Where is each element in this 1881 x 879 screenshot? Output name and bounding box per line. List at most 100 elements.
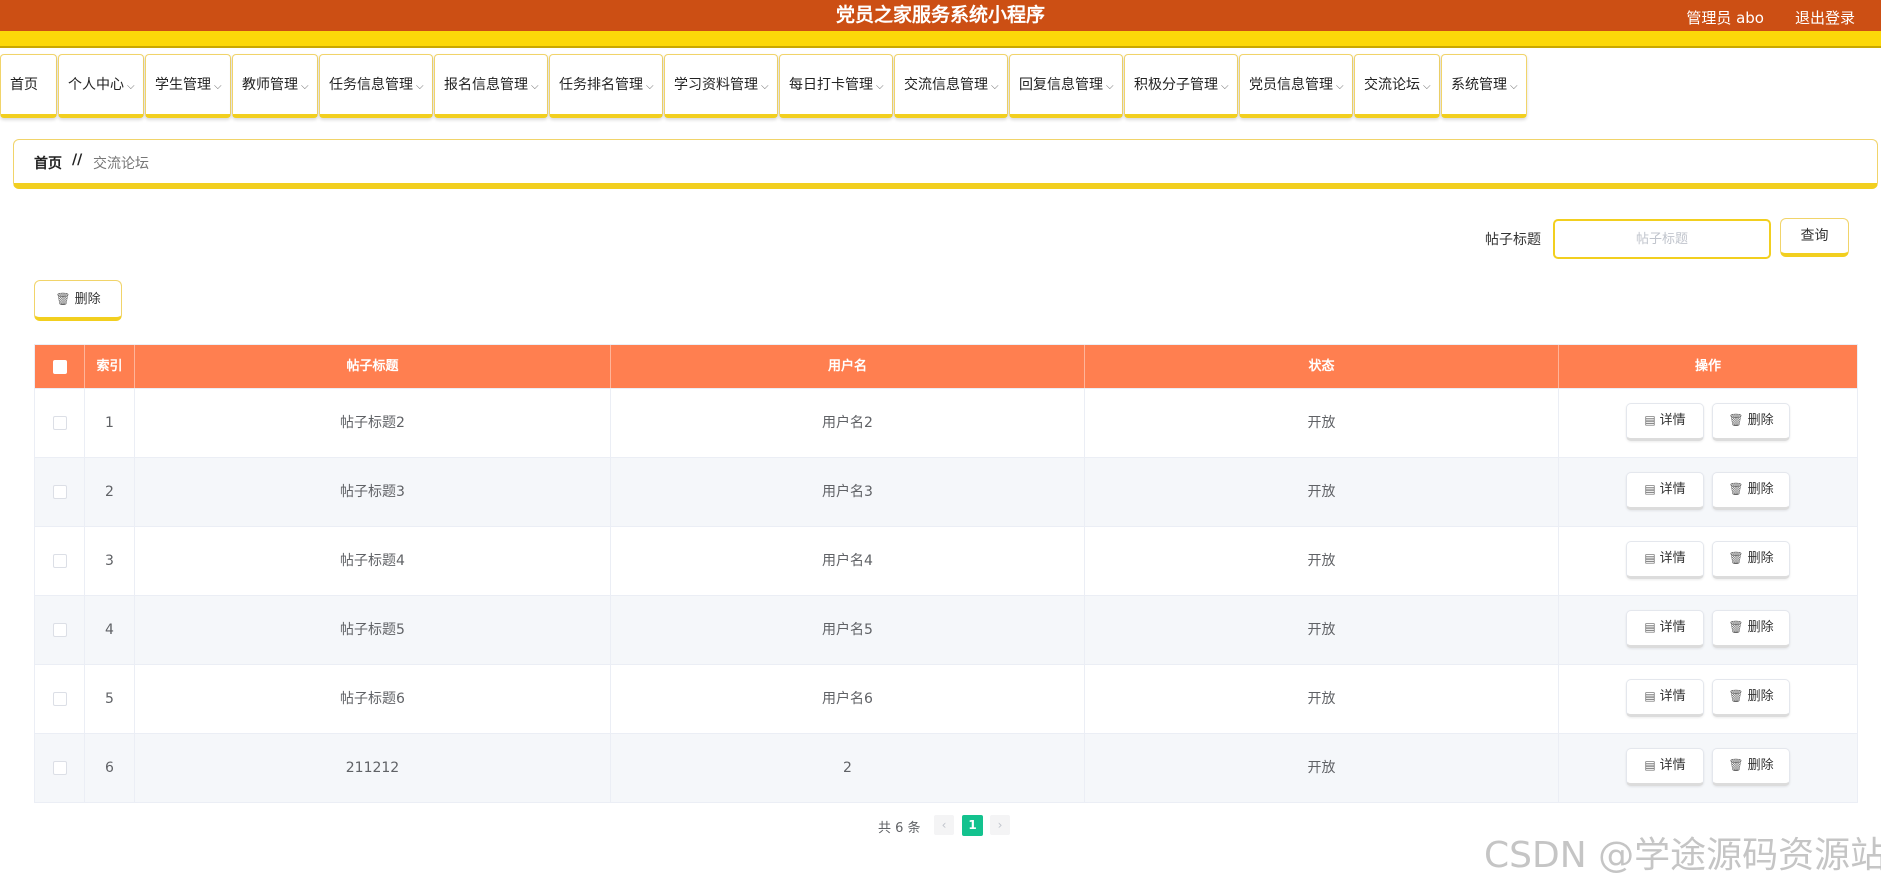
nav-item-label: 学生管理 bbox=[155, 77, 211, 93]
breadcrumb-home[interactable]: 首页 bbox=[34, 153, 62, 173]
watermark: CSDN @学途源码资源站 bbox=[1484, 835, 1881, 876]
nav-item-home[interactable]: 首页 bbox=[0, 54, 57, 118]
nav-item-label: 任务信息管理 bbox=[329, 77, 413, 93]
nav-item-forum[interactable]: 交流论坛 ⌵ bbox=[1354, 54, 1440, 118]
pagination-next-button[interactable]: › bbox=[990, 815, 1010, 835]
search-input[interactable] bbox=[1553, 219, 1771, 259]
row-checkbox[interactable] bbox=[52, 416, 67, 430]
nav-item-exchange-info[interactable]: 交流信息管理 ⌵ bbox=[894, 54, 1008, 118]
detail-label: 详情 bbox=[1659, 758, 1686, 773]
delete-label: 删除 bbox=[1747, 482, 1774, 497]
delete-label: 删除 bbox=[1747, 689, 1774, 704]
trash-icon: 🗑 bbox=[1728, 551, 1744, 565]
row-select-cell bbox=[35, 734, 85, 802]
detail-button[interactable]: ▤ 详情 bbox=[1626, 403, 1704, 441]
chevron-down-icon: ⌵ bbox=[991, 81, 999, 92]
delete-button[interactable]: 🗑 删除 bbox=[1712, 610, 1790, 648]
cell-index: 2 bbox=[85, 458, 135, 526]
cell-actions: ▤ 详情 🗑 删除 bbox=[1559, 596, 1857, 664]
select-all-cell bbox=[35, 345, 85, 388]
top-header: 党员之家服务系统小程序 管理员 abo 退出登录 bbox=[0, 0, 1881, 31]
delete-button[interactable]: 🗑 删除 bbox=[1712, 748, 1790, 786]
detail-button[interactable]: ▤ 详情 bbox=[1626, 748, 1704, 786]
row-select-cell bbox=[35, 389, 85, 457]
cell-user: 用户名2 bbox=[611, 389, 1085, 457]
chevron-down-icon: ⌵ bbox=[646, 81, 654, 92]
nav-item-task-ranking[interactable]: 任务排名管理 ⌵ bbox=[549, 54, 663, 118]
trash-icon: 🗑 bbox=[1728, 482, 1744, 496]
document-icon: ▤ bbox=[1644, 551, 1656, 565]
nav-item-personal-center[interactable]: 个人中心 ⌵ bbox=[58, 54, 144, 118]
logout-link[interactable]: 退出登录 bbox=[1795, 0, 1855, 31]
cell-user: 用户名6 bbox=[611, 665, 1085, 733]
trash-icon: 🗑 bbox=[1728, 620, 1744, 634]
header-stripe bbox=[0, 31, 1881, 48]
chevron-down-icon: ⌵ bbox=[761, 81, 769, 92]
nav-item-label: 系统管理 bbox=[1451, 77, 1507, 93]
nav-item-daily-checkin[interactable]: 每日打卡管理 ⌵ bbox=[779, 54, 893, 118]
delete-button[interactable]: 🗑 删除 bbox=[1712, 403, 1790, 441]
document-icon: ▤ bbox=[1644, 620, 1656, 634]
breadcrumb-current: 交流论坛 bbox=[93, 156, 149, 172]
pagination-total: 共 6 条 bbox=[878, 821, 921, 836]
nav-item-students[interactable]: 学生管理 ⌵ bbox=[145, 54, 231, 118]
cell-status: 开放 bbox=[1085, 458, 1559, 526]
nav-item-study-materials[interactable]: 学习资料管理 ⌵ bbox=[664, 54, 778, 118]
cell-title: 帖子标题5 bbox=[135, 596, 611, 664]
row-checkbox[interactable] bbox=[52, 761, 67, 775]
cell-status: 开放 bbox=[1085, 734, 1559, 802]
pagination-page-current[interactable]: 1 bbox=[962, 815, 983, 836]
nav-item-activists[interactable]: 积极分子管理 ⌵ bbox=[1124, 54, 1238, 118]
delete-button[interactable]: 🗑 删除 bbox=[1712, 472, 1790, 510]
nav-item-signups[interactable]: 报名信息管理 ⌵ bbox=[434, 54, 548, 118]
nav-item-system[interactable]: 系统管理 ⌵ bbox=[1441, 54, 1527, 118]
pagination-prev-button[interactable]: ‹ bbox=[934, 815, 954, 835]
cell-status: 开放 bbox=[1085, 389, 1559, 457]
table-row: 2 帖子标题3 用户名3 开放 ▤ 详情 🗑 删除 bbox=[35, 457, 1857, 526]
delete-label: 删除 bbox=[1747, 413, 1774, 428]
nav-item-replies[interactable]: 回复信息管理 ⌵ bbox=[1009, 54, 1123, 118]
row-checkbox[interactable] bbox=[52, 485, 67, 499]
row-checkbox[interactable] bbox=[52, 623, 67, 637]
detail-label: 详情 bbox=[1659, 413, 1686, 428]
detail-button[interactable]: ▤ 详情 bbox=[1626, 679, 1704, 717]
detail-button[interactable]: ▤ 详情 bbox=[1626, 610, 1704, 648]
delete-label: 删除 bbox=[1747, 620, 1774, 635]
chevron-down-icon: ⌵ bbox=[1510, 81, 1518, 92]
table-row: 6 211212 2 开放 ▤ 详情 🗑 删除 bbox=[35, 733, 1857, 802]
cell-status: 开放 bbox=[1085, 665, 1559, 733]
search-button[interactable]: 查询 bbox=[1780, 218, 1849, 257]
nav-item-tasks[interactable]: 任务信息管理 ⌵ bbox=[319, 54, 433, 118]
nav-item-label: 回复信息管理 bbox=[1019, 77, 1103, 93]
select-all-checkbox[interactable] bbox=[52, 359, 67, 374]
trash-icon: 🗑 bbox=[55, 292, 71, 306]
row-select-cell bbox=[35, 527, 85, 595]
cell-actions: ▤ 详情 🗑 删除 bbox=[1559, 665, 1857, 733]
nav-item-party-members[interactable]: 党员信息管理 ⌵ bbox=[1239, 54, 1353, 118]
chevron-down-icon: ⌵ bbox=[1423, 81, 1431, 92]
nav-item-label: 任务排名管理 bbox=[559, 77, 643, 93]
batch-delete-button[interactable]: 🗑 删除 bbox=[34, 280, 122, 321]
nav-item-label: 学习资料管理 bbox=[674, 77, 758, 93]
nav-item-label: 教师管理 bbox=[242, 77, 298, 93]
cell-actions: ▤ 详情 🗑 删除 bbox=[1559, 389, 1857, 457]
delete-label: 删除 bbox=[1747, 551, 1774, 566]
trash-icon: 🗑 bbox=[1728, 689, 1744, 703]
chevron-down-icon: ⌵ bbox=[1221, 81, 1229, 92]
delete-button[interactable]: 🗑 删除 bbox=[1712, 541, 1790, 579]
detail-button[interactable]: ▤ 详情 bbox=[1626, 541, 1704, 579]
cell-title: 帖子标题2 bbox=[135, 389, 611, 457]
row-checkbox[interactable] bbox=[52, 554, 67, 568]
delete-button[interactable]: 🗑 删除 bbox=[1712, 679, 1790, 717]
nav-item-label: 每日打卡管理 bbox=[789, 77, 873, 93]
trash-icon: 🗑 bbox=[1728, 758, 1744, 772]
cell-actions: ▤ 详情 🗑 删除 bbox=[1559, 527, 1857, 595]
detail-button[interactable]: ▤ 详情 bbox=[1626, 472, 1704, 510]
nav-item-label: 报名信息管理 bbox=[444, 77, 528, 93]
nav-item-teachers[interactable]: 教师管理 ⌵ bbox=[232, 54, 318, 118]
detail-label: 详情 bbox=[1659, 551, 1686, 566]
row-checkbox[interactable] bbox=[52, 692, 67, 706]
nav-item-label: 交流信息管理 bbox=[904, 77, 988, 93]
current-user: 管理员 abo bbox=[1686, 9, 1764, 27]
document-icon: ▤ bbox=[1644, 482, 1656, 496]
